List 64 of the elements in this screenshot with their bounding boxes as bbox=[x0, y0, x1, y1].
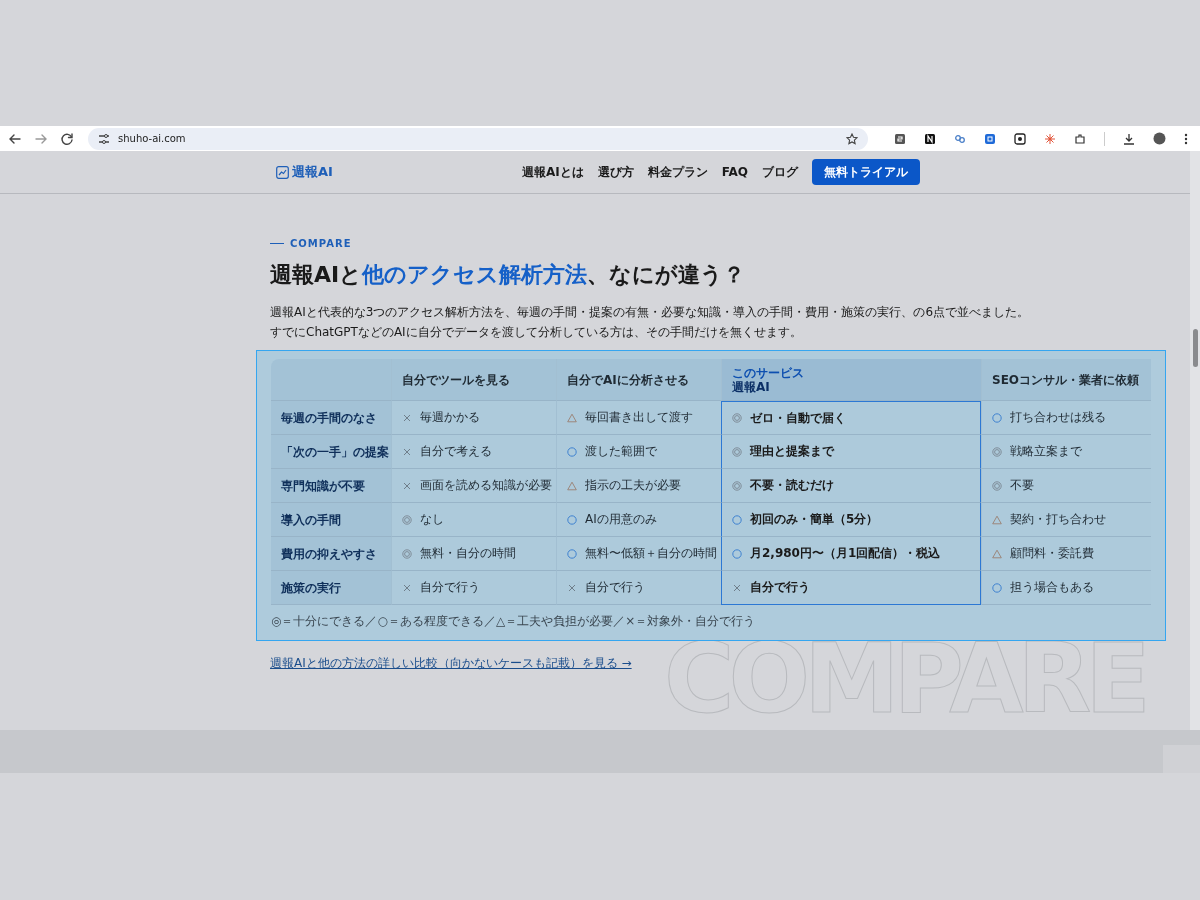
eyebrow-label: COMPARE bbox=[290, 237, 352, 249]
comparison-link[interactable]: 週報AIと他の方法の詳しい比較（向かないケースも記載）を見る → bbox=[270, 655, 632, 672]
table-cell: 顧問料・委託費 bbox=[1010, 545, 1094, 562]
profile-avatar-icon[interactable] bbox=[1153, 132, 1166, 145]
more-menu-icon[interactable] bbox=[1184, 132, 1188, 145]
intro-text: すでにChatGPTなどのAIに自分でデータを渡して分析している方は、その手間だけを無くせます。 bbox=[270, 324, 803, 341]
nav-link[interactable]: 選び方 bbox=[597, 163, 634, 181]
extension-n-icon[interactable] bbox=[924, 132, 936, 145]
link-chain-icon[interactable] bbox=[954, 132, 966, 145]
table-cell: AIの用意のみ bbox=[585, 511, 657, 528]
nav-link[interactable]: ブログ bbox=[762, 163, 798, 181]
row-label: 毎週の手間のなさ bbox=[271, 401, 391, 435]
table-cell: 月2,980円〜（月1回配信）・税込 bbox=[750, 545, 941, 562]
table-cell: なし bbox=[420, 511, 444, 528]
intro-text: 週報AIと代表的な3つのアクセス解析方法を、毎週の手間・提案の有無・必要な知識・導入の手間・費用・施策の実行、の6点で並べました。 bbox=[270, 304, 1031, 321]
column-label: 自分でツールを見る bbox=[402, 371, 511, 388]
table-cell: 契約・打ち合わせ bbox=[1010, 511, 1106, 528]
table-cell: 画面を読める知識が必要 bbox=[420, 477, 552, 494]
bookmark-star-icon[interactable] bbox=[846, 132, 858, 145]
download-icon[interactable] bbox=[1123, 132, 1135, 145]
address-bar[interactable]: shuho-ai.com bbox=[88, 127, 868, 150]
table-cell: 自分で考える bbox=[420, 443, 492, 460]
section-title: 週報AIと他のアクセス解析方法、なにが違う？ bbox=[270, 261, 747, 289]
nav-link[interactable]: FAQ bbox=[721, 165, 748, 179]
table-cell: 指示の工夫が必要 bbox=[585, 477, 681, 494]
scrollbar-thumb[interactable] bbox=[1193, 329, 1198, 367]
url-text: shuho-ai.com bbox=[118, 133, 186, 144]
nav-link[interactable]: 料金プラン bbox=[647, 163, 708, 181]
row-label: 専門知識が不要 bbox=[271, 469, 391, 503]
logo-text[interactable]: 週報AI bbox=[292, 163, 333, 181]
nav-link[interactable]: 週報AIとは bbox=[521, 163, 584, 181]
row-label: 「次の一手」の提案 bbox=[271, 435, 391, 469]
legend-text: ◎＝十分にできる／○＝ある程度できる／△＝工夫や負担が必要／×＝対象外・自分で行う bbox=[271, 613, 757, 630]
table-cell: 渡した範囲で bbox=[585, 443, 657, 460]
table-cell: 初回のみ・簡単（5分） bbox=[750, 511, 879, 528]
chart-logo-icon bbox=[276, 165, 289, 179]
burst-icon[interactable] bbox=[1044, 132, 1056, 145]
table-cell: 不要・読むだけ bbox=[750, 477, 834, 494]
table-cell: 自分で行う bbox=[585, 579, 645, 596]
row-label: 費用の抑えやすさ bbox=[271, 537, 391, 571]
table-cell: 戦略立案まで bbox=[1010, 443, 1082, 460]
column-label: 自分でAIに分析させる bbox=[567, 371, 690, 388]
table-cell: 自分で行う bbox=[750, 579, 810, 596]
table-cell: 無料・自分の時間 bbox=[420, 545, 516, 562]
table-cell: 無料〜低額＋自分の時間 bbox=[585, 545, 717, 562]
table-cell: 担う場合もある bbox=[1010, 579, 1094, 596]
column-caption: このサービス bbox=[732, 367, 805, 379]
site-info-icon[interactable] bbox=[98, 132, 110, 145]
extension-square-icon[interactable] bbox=[984, 132, 996, 145]
table-cell: 不要 bbox=[1010, 477, 1034, 494]
row-label: 施策の実行 bbox=[271, 571, 391, 605]
scrollbar[interactable] bbox=[1190, 151, 1200, 730]
extension-s-icon[interactable] bbox=[894, 132, 906, 145]
table-cell: 自分で行う bbox=[420, 579, 480, 596]
table-cell: 毎週かかる bbox=[420, 409, 480, 426]
table-cell: ゼロ・自動で届く bbox=[750, 409, 846, 427]
reload-icon[interactable] bbox=[60, 131, 74, 146]
table-cell: 打ち合わせは残る bbox=[1010, 409, 1106, 426]
trial-button[interactable]: 無料トライアル bbox=[812, 159, 920, 185]
row-label: 導入の手間 bbox=[271, 503, 391, 537]
column-label: 週報AI bbox=[732, 379, 771, 395]
table-cell: 毎回書き出して渡す bbox=[585, 409, 693, 426]
column-label: SEOコンサル・業者に依頼 bbox=[992, 371, 1141, 388]
table-cell: 理由と提案まで bbox=[750, 443, 834, 460]
